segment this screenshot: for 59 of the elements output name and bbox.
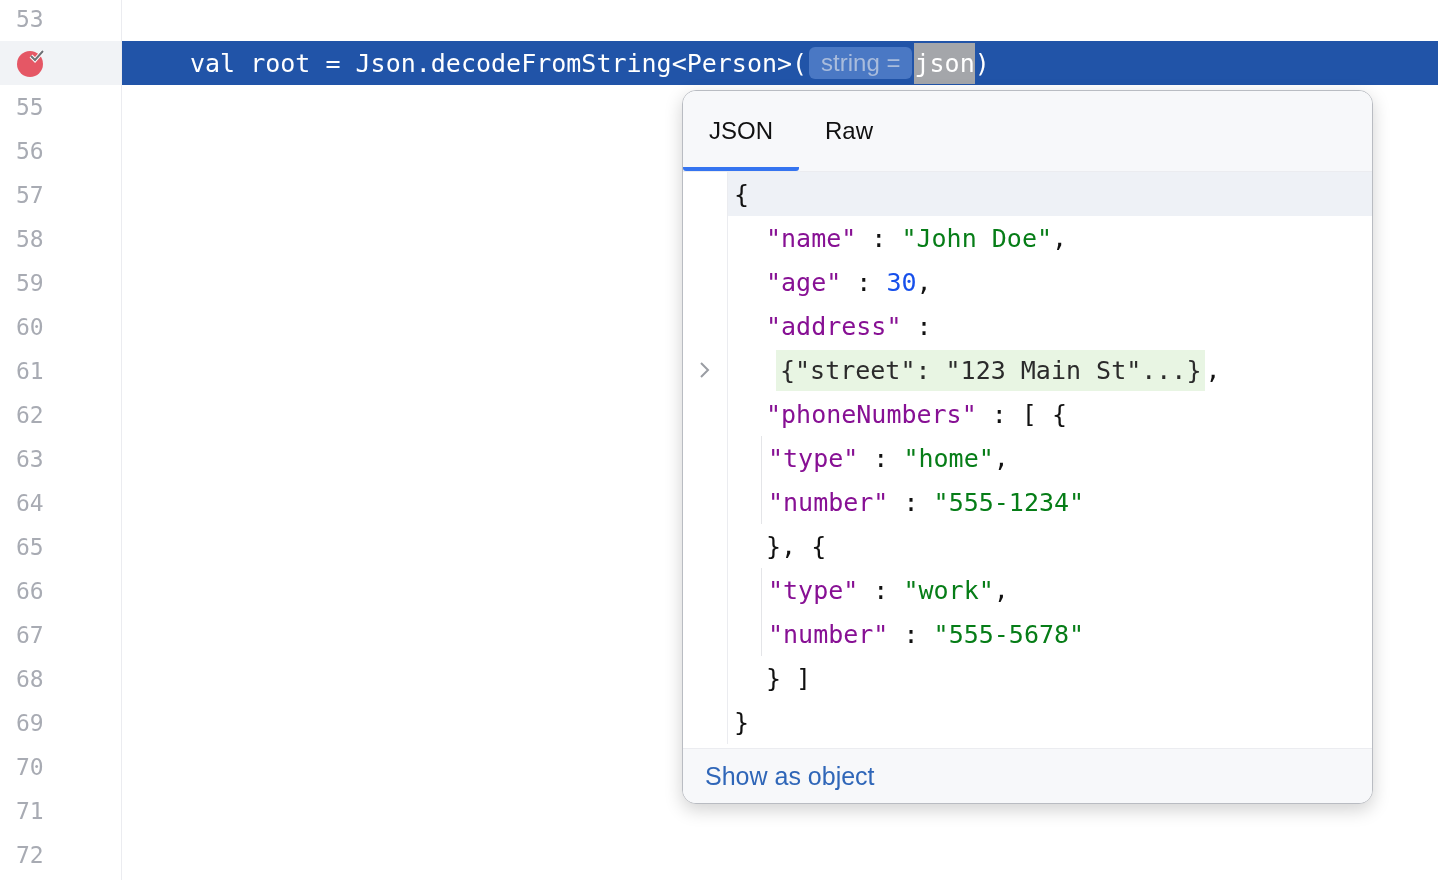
json-punctuation: : <box>855 267 873 297</box>
line-number: 69 <box>16 710 44 736</box>
line-number: 59 <box>16 270 44 296</box>
line-number: 65 <box>16 534 44 560</box>
line-number: 60 <box>16 314 44 340</box>
line-number: 67 <box>16 622 44 648</box>
json-string: "555-5678" <box>933 619 1085 649</box>
json-punctuation: { <box>734 179 750 209</box>
json-key: "age" <box>766 267 842 297</box>
parameter-hint: string = <box>809 47 913 79</box>
breakpoint-icon[interactable] <box>16 48 46 78</box>
line-number: 58 <box>16 226 44 252</box>
json-string: "555-1234" <box>933 487 1085 517</box>
json-string: "work" <box>903 575 994 605</box>
json-punctuation: : <box>902 619 920 649</box>
line-number: 62 <box>16 402 44 428</box>
line-number: 64 <box>16 490 44 516</box>
json-punctuation: , <box>993 443 1009 473</box>
json-punctuation: } ] <box>766 663 812 693</box>
line-number: 55 <box>16 94 44 120</box>
json-punctuation: , <box>1205 355 1221 385</box>
json-punctuation: : <box>872 575 890 605</box>
json-punctuation: : [ { <box>990 399 1068 429</box>
line-number: 63 <box>16 446 44 472</box>
json-key: "type" <box>768 443 859 473</box>
line-number: 61 <box>16 358 44 384</box>
line-number: 53 <box>16 6 44 32</box>
json-key: "address" <box>766 311 902 341</box>
json-punctuation: : <box>870 223 888 253</box>
json-string: "home" <box>903 443 994 473</box>
line-number: 57 <box>16 182 44 208</box>
json-number: 30 <box>886 267 917 297</box>
json-key: "type" <box>768 575 859 605</box>
json-punctuation: : <box>902 487 920 517</box>
json-punctuation: , <box>916 267 932 297</box>
code-text: val root = Json.decodeFromString<Person>( <box>190 48 808 78</box>
line-number: 56 <box>16 138 44 164</box>
json-key: "phoneNumbers" <box>766 399 977 429</box>
json-punctuation: , <box>1052 223 1068 253</box>
json-key: "number" <box>768 487 889 517</box>
json-punctuation: : <box>915 311 932 341</box>
tab[interactable]: Raw <box>799 91 900 171</box>
line-number: 72 <box>16 842 44 868</box>
json-key: "number" <box>768 619 889 649</box>
json-key: "name" <box>766 223 857 253</box>
line-number: 71 <box>16 798 44 824</box>
json-punctuation: } <box>734 707 750 737</box>
line-number: 68 <box>16 666 44 692</box>
json-punctuation: : <box>872 443 890 473</box>
chevron-right-icon[interactable] <box>699 361 711 379</box>
folded-object[interactable]: {"street": "123 Main St"...} <box>776 349 1206 391</box>
selected-text: json <box>914 42 975 84</box>
line-number: 70 <box>16 754 44 780</box>
json-punctuation: , <box>993 575 1009 605</box>
line-number: 66 <box>16 578 44 604</box>
json-string: "John Doe" <box>901 223 1052 253</box>
json-punctuation: }, { <box>766 531 827 561</box>
code-text: ) <box>974 48 990 78</box>
show-as-object-link[interactable]: Show as object <box>705 761 875 791</box>
